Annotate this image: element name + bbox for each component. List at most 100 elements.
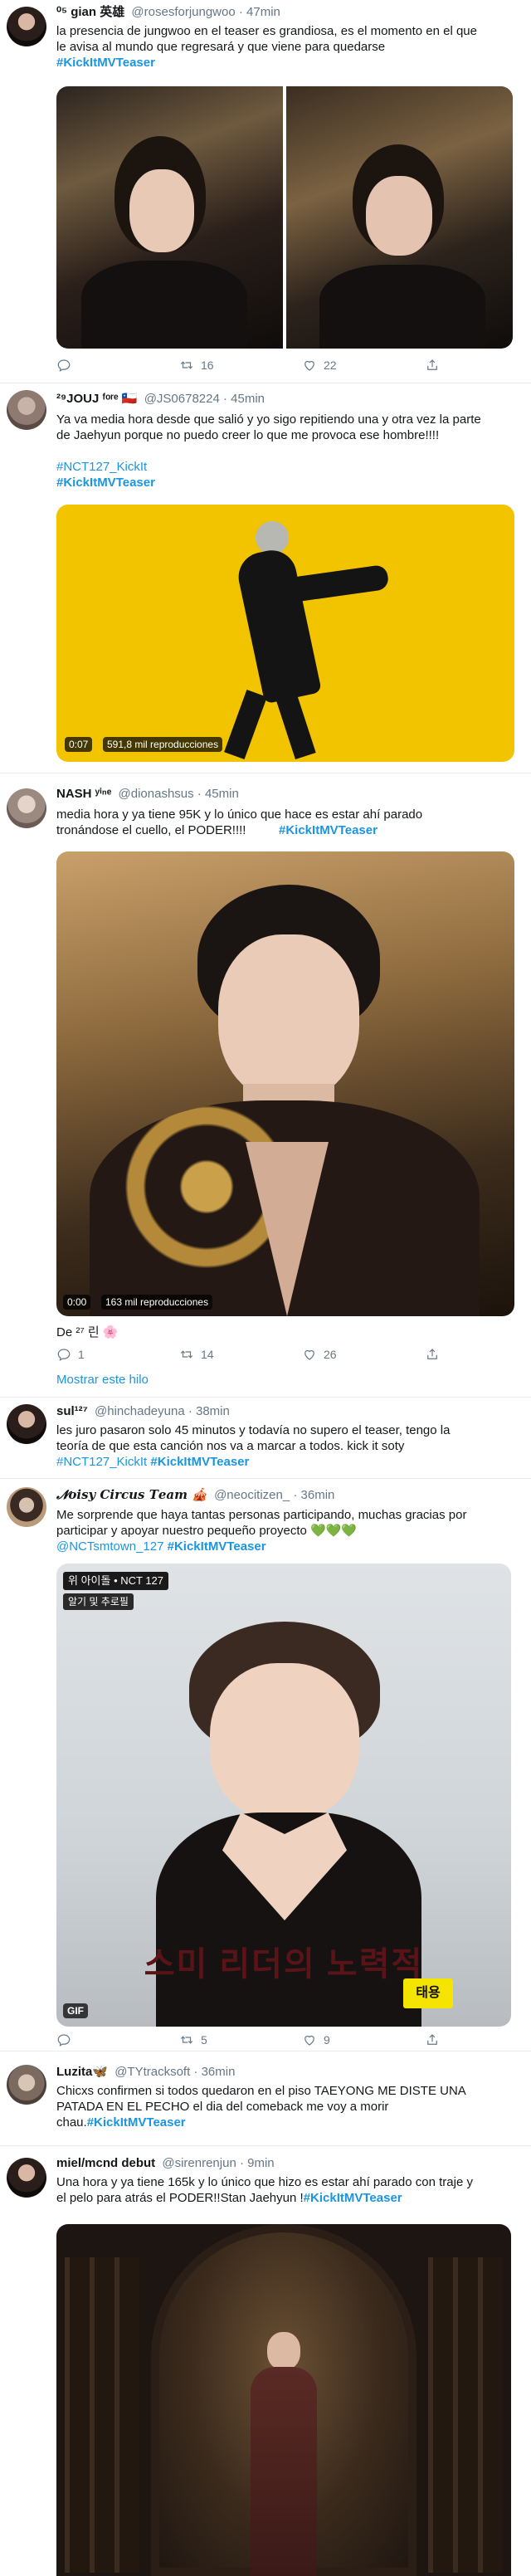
tweet[interactable]: 𝓝𝒐𝒊𝒔𝒚 𝑪𝒊𝒓𝒄𝒖𝒔 𝑻𝒆𝒂𝒎 🎪 @neocitizen_ · 36min… [0,1479,531,2052]
tweet-text-line: de Jaehyun porque no puedo creer lo que … [56,428,440,442]
gif-caption: 알기 및 추로필 [63,1593,134,1610]
like-count: 26 [324,1348,337,1361]
like-button[interactable]: 22 [302,357,337,373]
tweet-video[interactable] [56,2224,511,2576]
video-views: 591,8 mil reproducciones [103,737,223,752]
display-name[interactable]: NASH ʸⁱⁿᵉ [56,787,111,801]
handle-time: @hinchadeyuna · 38min [95,1404,230,1418]
tweet[interactable]: miel/mcnd debut @sirenrenjun · 9min Una … [0,2146,531,2576]
reply-count: 1 [78,1348,85,1361]
tweet-text: Ya va media hora desde que salió y yo si… [56,412,521,490]
tweet-actions: 16 22 [56,357,471,373]
share-icon [427,1349,437,1359]
reply-to-label[interactable]: De ²⁷ 린 🌸 [56,1325,521,1340]
handle-time: @rosesforjungwoo · 47min [131,5,280,19]
retweet-button[interactable]: 16 [179,357,214,373]
display-name[interactable]: ⁰⁵ gian 英雄 [56,5,124,19]
retweet-count: 16 [201,359,214,372]
avatar[interactable] [7,390,46,430]
avatar[interactable] [7,788,46,828]
hashtag-link[interactable]: #KickItMVTeaser [56,55,521,71]
reply-button[interactable] [56,2032,71,2048]
like-count: 9 [324,2033,330,2047]
retweet-button[interactable]: 5 [179,2032,207,2048]
tweet[interactable]: ⁰⁵ gian 英雄 @rosesforjungwoo · 47min la p… [0,0,531,383]
like-icon [304,360,314,371]
gif-label: GIF [63,2003,88,2018]
like-icon [304,1349,314,1360]
tweet-text-line: les juro pasaron solo 45 minutos y todav… [56,1423,451,1437]
tweet-photo[interactable] [56,86,283,349]
tweet-header: ²⁹JOUJ ᶠᵒʳᵉ 🇨🇱 @JS0678224 · 45min [56,390,265,408]
tweet-text-line: media hora y ya tiene 95K y lo único que… [56,807,423,822]
tweet-gif[interactable]: 위 아이돌 • NCT 127 알기 및 추로필 스미 리더의 노력적 태용 G… [56,1564,511,2027]
like-button[interactable]: 9 [302,2032,330,2048]
tweet-header: miel/mcnd debut @sirenrenjun · 9min [56,2154,275,2173]
like-count: 22 [324,359,337,372]
tweet[interactable]: NASH ʸⁱⁿᵉ @dionashsus · 45min media hora… [0,773,531,1398]
hashtag-link[interactable]: #KickItMVTeaser [279,822,378,838]
share-button[interactable] [425,2032,440,2048]
tweet-header: NASH ʸⁱⁿᵉ @dionashsus · 45min [56,785,239,803]
avatar[interactable] [7,1487,46,1527]
retweet-count: 5 [201,2033,207,2047]
hashtag-link[interactable]: #KickItMVTeaser [304,2191,402,2205]
hashtag-link[interactable]: #KickItMVTeaser [168,1539,266,1554]
reply-context: De ²⁷ 린 🌸 [56,1325,521,1340]
reply-button[interactable] [56,357,71,373]
tweet-photo[interactable] [286,86,513,349]
tweet-video[interactable]: 0:00 163 mil reproducciones [56,851,514,1316]
tweet-text: les juro pasaron solo 45 minutos y todav… [56,1422,521,1470]
tweet-text-line: le avisa al mundo que regresará y que vi… [56,40,386,54]
hashtag-link[interactable]: #KickItMVTeaser [150,1455,249,1469]
hashtag-link[interactable]: #NCT127_KickIt [56,459,521,475]
share-button[interactable] [425,357,440,373]
tweet-text-line: Me sorprende que haya tantas personas pa… [56,1508,467,1522]
tweet-actions: 5 9 [56,2032,471,2048]
mention-link[interactable]: @NCTsmtown_127 [56,1539,163,1554]
gif-caption: 위 아이돌 • NCT 127 [63,1572,169,1590]
video-duration: 0:00 [63,1295,91,1310]
reply-button[interactable]: 1 [56,1346,85,1363]
share-button[interactable] [425,1346,440,1363]
reply-icon [57,1349,71,1361]
avatar[interactable] [7,2065,46,2105]
tweet-video[interactable]: 0:07 591,8 mil reproducciones [56,505,514,762]
like-button[interactable]: 26 [302,1346,337,1363]
tweet-text-line: Chicxs confirmen si todos quedaron en el… [56,2084,466,2098]
tweet-actions: 1 14 26 [56,1346,471,1363]
avatar[interactable] [7,7,46,46]
retweet-count: 14 [201,1348,214,1361]
tweet-text-line: participar y apoyar nuestro pequeño proy… [56,1524,358,1538]
display-name[interactable]: miel/mcnd debut [56,2156,155,2170]
display-name[interactable]: Luzita🦋 [56,2065,108,2079]
handle-time: @neocitizen_ · 36min [214,1488,335,1502]
retweet-icon [180,2036,193,2044]
tweet-text-line: teoría de que esta canción nos va a marc… [56,1439,405,1453]
avatar[interactable] [7,2158,46,2198]
display-name[interactable]: 𝓝𝒐𝒊𝒔𝒚 𝑪𝒊𝒓𝒄𝒖𝒔 𝑻𝒆𝒂𝒎 🎪 [56,1487,207,1502]
tweet[interactable]: sul¹²⁷ @hinchadeyuna · 38min les juro pa… [0,1398,531,1479]
display-name[interactable]: ²⁹JOUJ ᶠᵒʳᵉ 🇨🇱 [56,392,138,406]
share-icon [427,359,437,370]
hashtag-link[interactable]: #KickItMVTeaser [87,2115,186,2130]
show-thread-link[interactable]: Mostrar este hilo [56,1373,149,1387]
tweet[interactable]: Luzita🦋 @TYtracksoft · 36min Chicxs conf… [0,2052,531,2146]
tweet-header: Luzita🦋 @TYtracksoft · 36min [56,2063,235,2081]
tweet-text-line: chau. [56,2115,87,2130]
retweet-icon [180,1350,193,1359]
retweet-button[interactable]: 14 [179,1346,214,1363]
reply-icon [57,359,71,372]
tweet[interactable]: ²⁹JOUJ ᶠᵒʳᵉ 🇨🇱 @JS0678224 · 45min Ya va … [0,383,531,773]
handle-time: @sirenrenjun · 9min [162,2156,275,2170]
handle-time: @TYtracksoft · 36min [114,2065,236,2079]
tweet-text-line: Ya va media hora desde que salió y yo si… [56,412,481,427]
avatar[interactable] [7,1404,46,1444]
display-name[interactable]: sul¹²⁷ [56,1404,88,1418]
hashtag-link[interactable]: #NCT127_KickIt [56,1455,147,1469]
hashtag-link[interactable]: #KickItMVTeaser [56,475,521,490]
retweet-icon [180,361,193,369]
tweet-text-line: PATADA EN EL PECHO el dia del comeback m… [56,2100,389,2114]
tweet-text: Chicxs confirmen si todos quedaron en el… [56,2083,521,2130]
reply-icon [57,2034,71,2047]
